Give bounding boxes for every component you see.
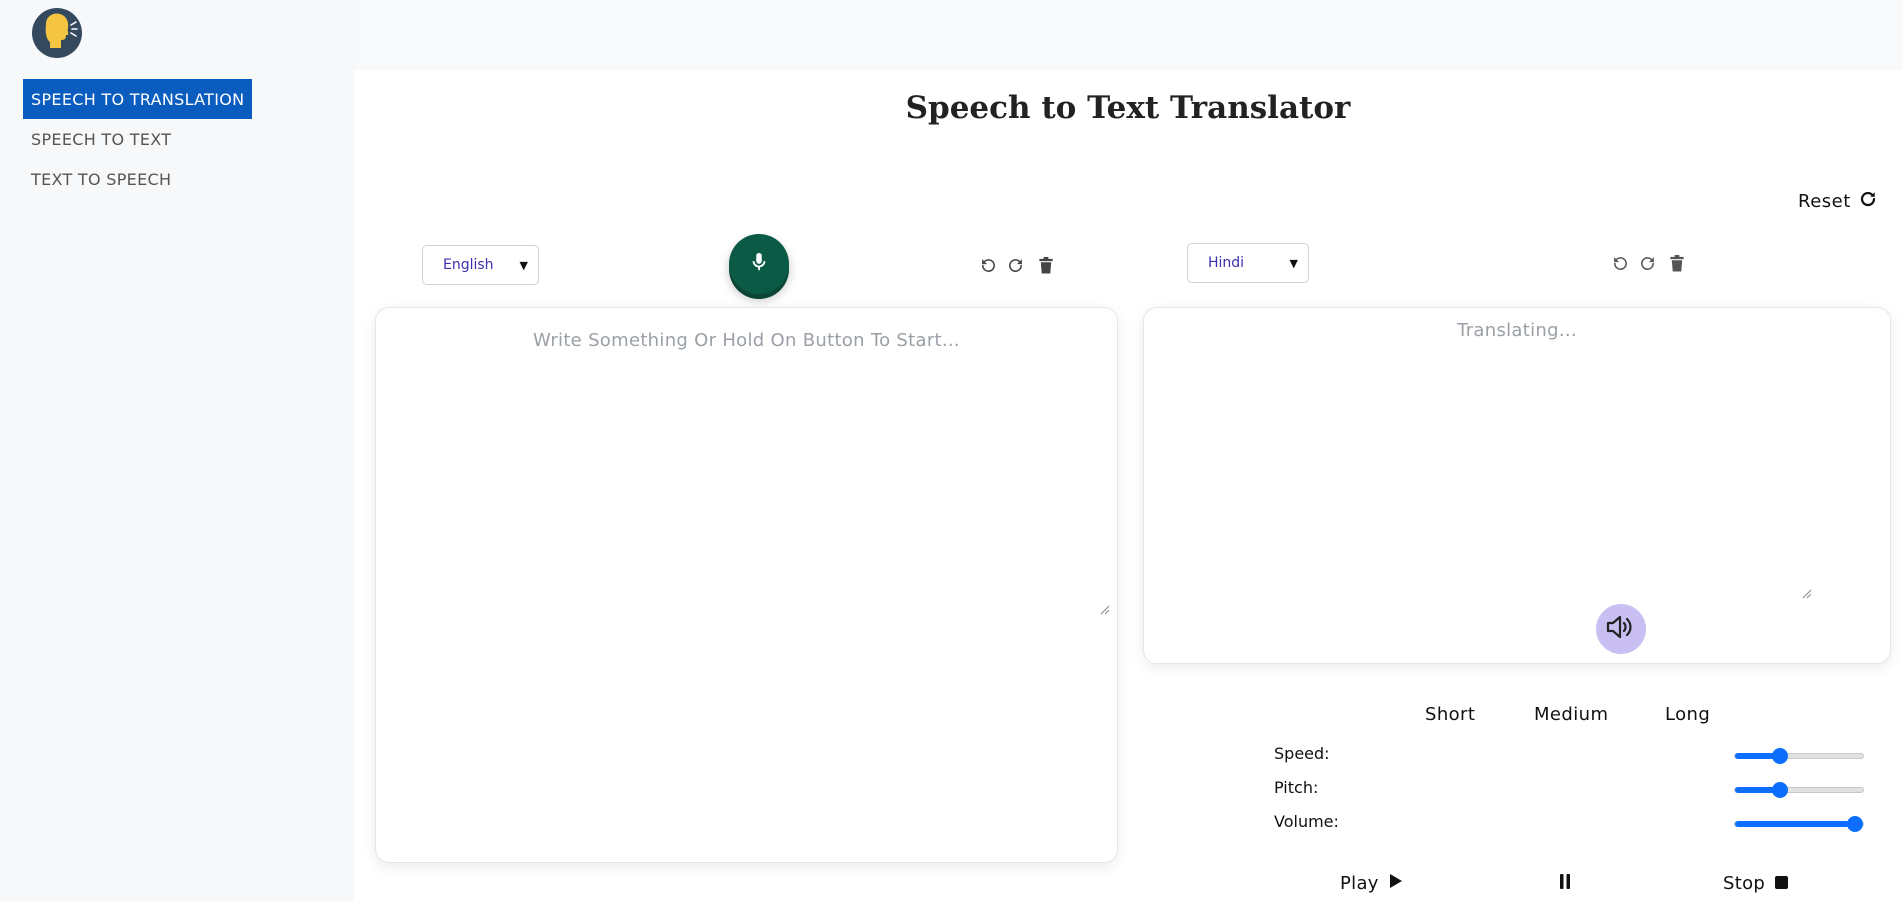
undo-icon [1612, 255, 1629, 276]
page-title: Speech to Text Translator [905, 90, 1351, 126]
volume-label: Volume: [1274, 812, 1339, 831]
target-text-panel: Translating... [1143, 307, 1891, 664]
target-undo-button[interactable] [1610, 255, 1630, 275]
reset-button[interactable]: Reset [1798, 190, 1877, 213]
volume-slider[interactable] [1734, 816, 1864, 832]
microphone-button[interactable] [729, 234, 789, 294]
pause-icon [1559, 873, 1571, 894]
source-language-value: English [443, 257, 494, 273]
length-short-button[interactable]: Short [1425, 704, 1475, 725]
redo-icon [1639, 255, 1656, 276]
undo-icon [980, 257, 997, 278]
source-text-panel: Write Something Or Hold On Button To Sta… [375, 307, 1118, 863]
reset-icon [1859, 190, 1877, 213]
length-medium-button[interactable]: Medium [1534, 704, 1608, 725]
pitch-label: Pitch: [1274, 778, 1319, 797]
source-undo-button[interactable] [978, 257, 998, 277]
volume-slider-thumb[interactable] [1847, 816, 1863, 832]
source-redo-button[interactable] [1005, 257, 1025, 277]
speed-label: Speed: [1274, 744, 1330, 763]
stop-icon [1775, 873, 1789, 894]
play-button[interactable]: Play [1340, 873, 1403, 894]
speaker-button[interactable] [1596, 604, 1646, 654]
length-long-button[interactable]: Long [1665, 704, 1710, 725]
reset-label: Reset [1798, 191, 1851, 212]
sidebar-item-speech-to-text[interactable]: SPEECH TO TEXT [23, 119, 179, 159]
redo-icon [1007, 257, 1024, 278]
sidebar-item-speech-to-translation[interactable]: SPEECH TO TRANSLATION [23, 79, 253, 119]
target-language-select[interactable]: Hindi ▼ [1187, 243, 1309, 283]
speaking-head-logo-icon [32, 8, 82, 58]
target-redo-button[interactable] [1637, 255, 1657, 275]
pitch-slider-thumb[interactable] [1771, 782, 1788, 798]
target-text-output[interactable]: Translating... [1144, 320, 1890, 341]
speed-slider[interactable] [1734, 748, 1864, 764]
stop-label: Stop [1723, 873, 1766, 894]
chevron-down-icon: ▼ [519, 258, 528, 272]
volume-up-icon [1606, 615, 1636, 643]
sidebar: SPEECH TO TRANSLATION SPEECH TO TEXT TEX… [0, 0, 354, 901]
volume-slider-fill [1735, 821, 1855, 827]
resize-handle-icon[interactable] [1802, 584, 1812, 599]
microphone-icon [751, 252, 767, 276]
source-delete-button[interactable] [1036, 256, 1056, 278]
resize-handle-icon[interactable] [1100, 600, 1110, 615]
pitch-slider[interactable] [1734, 782, 1864, 798]
trash-icon [1670, 254, 1684, 276]
speed-slider-thumb[interactable] [1771, 748, 1788, 764]
target-language-value: Hindi [1208, 255, 1245, 271]
sidebar-item-text-to-speech[interactable]: TEXT TO SPEECH [23, 159, 179, 199]
target-delete-button[interactable] [1667, 254, 1687, 276]
stop-button[interactable]: Stop [1723, 873, 1789, 894]
main-content: Speech to Text Translator Reset English … [354, 70, 1902, 901]
play-icon [1389, 873, 1403, 894]
pause-button[interactable] [1559, 873, 1571, 894]
source-text-input[interactable]: Write Something Or Hold On Button To Sta… [376, 330, 1117, 351]
chevron-down-icon: ▼ [1289, 256, 1298, 270]
play-label: Play [1340, 873, 1379, 894]
source-language-select[interactable]: English ▼ [422, 245, 539, 285]
trash-icon [1039, 256, 1053, 278]
